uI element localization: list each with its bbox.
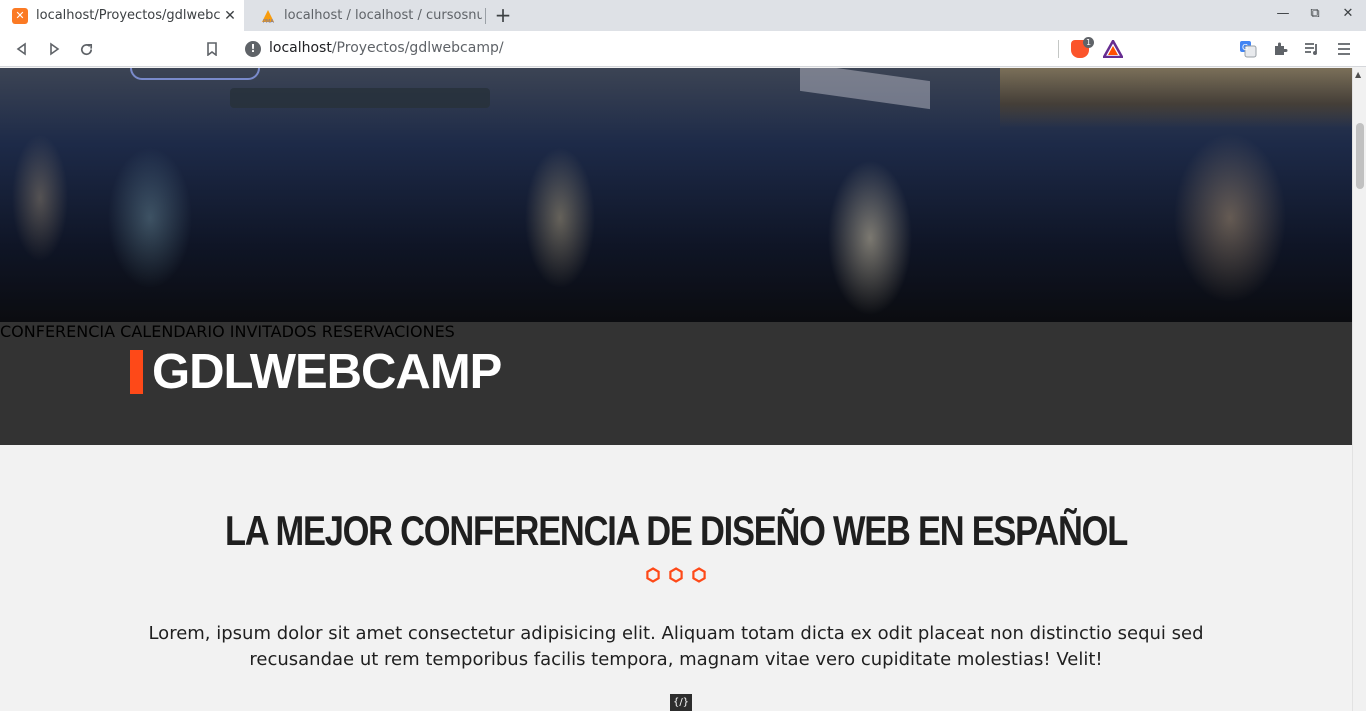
- scroll-thumb[interactable]: [1356, 123, 1364, 189]
- menu-button[interactable]: [1332, 37, 1356, 61]
- nav-calendario[interactable]: CALENDARIO: [120, 322, 225, 341]
- nav-reservaciones[interactable]: RESERVACIONES: [322, 322, 455, 341]
- intro-paragraph: Lorem, ipsum dolor sit amet consectetur …: [148, 623, 1204, 670]
- forward-icon: [50, 42, 60, 56]
- bookmark-button[interactable]: [200, 37, 224, 61]
- bookmark-icon: [207, 42, 217, 56]
- xampp-icon: ✕: [12, 7, 28, 24]
- media-button[interactable]: [1300, 37, 1324, 61]
- hero-boats: [230, 88, 490, 108]
- tab-separator: [485, 8, 486, 24]
- url-path: /Proyectos/gdlwebcamp/: [331, 40, 504, 56]
- hero-ring: [130, 68, 260, 80]
- puzzle-icon: [1275, 42, 1288, 55]
- address-bar[interactable]: ! localhost/Proyectos/gdlwebcamp/ 1: [235, 34, 1130, 64]
- tab-gdlwebcamp[interactable]: ✕ localhost/Proyectos/gdlwebc ✕: [0, 0, 244, 31]
- back-button[interactable]: [10, 37, 34, 61]
- logo-accent-bar: [130, 350, 143, 394]
- hamburger-icon: [1338, 43, 1350, 55]
- forward-button[interactable]: [42, 37, 66, 61]
- page-headline: LA MEJOR CONFERENCIA DE DISEÑO WEB EN ES…: [224, 507, 1128, 554]
- hexagon-icon: [669, 567, 683, 583]
- hexagon-divider: [645, 567, 707, 583]
- phpmyadmin-icon: PMA: [260, 8, 276, 24]
- svg-text:G: G: [1242, 43, 1248, 52]
- reload-button[interactable]: [74, 37, 98, 61]
- svg-text:PMA: PMA: [263, 19, 274, 24]
- nav-invitados[interactable]: INVITADOS: [230, 322, 317, 341]
- tab-phpmyadmin[interactable]: PMA localhost / localhost / cursosnu: [248, 0, 482, 31]
- address-divider: [1058, 40, 1059, 58]
- new-tab-button[interactable]: +: [492, 4, 514, 26]
- hexagon-icon: [646, 567, 660, 583]
- hero-shore: [1000, 68, 1352, 128]
- tab-title: localhost/Proyectos/gdlwebc: [36, 8, 220, 23]
- hero-ship: [800, 68, 930, 110]
- translate-icon: G: [1240, 41, 1257, 58]
- close-tab-icon[interactable]: ✕: [220, 8, 240, 24]
- shields-badge: 1: [1083, 37, 1094, 48]
- translate-button[interactable]: G: [1236, 37, 1260, 61]
- main-nav: CONFERENCIA CALENDARIO INVITADOS RESERVA…: [0, 322, 1352, 341]
- site-header: GDLWEBCAMP CONFERENCIA CALENDARIO INVITA…: [0, 322, 1352, 445]
- brave-rewards-icon[interactable]: [1103, 40, 1123, 58]
- restore-button[interactable]: ⧉: [1304, 6, 1326, 26]
- browser-toolbar: ! localhost/Proyectos/gdlwebcamp/ 1 G: [0, 31, 1366, 67]
- code-icon: {/}: [670, 694, 692, 711]
- logo-text: GDLWEBCAMP: [152, 345, 502, 399]
- back-icon: [16, 42, 26, 56]
- tab-title: localhost / localhost / cursosnu: [284, 8, 482, 23]
- url-host: localhost: [269, 40, 332, 56]
- close-window-button[interactable]: ✕: [1337, 6, 1359, 26]
- extensions-button[interactable]: [1268, 37, 1292, 61]
- tab-strip: ✕ localhost/Proyectos/gdlwebc ✕ PMA loca…: [0, 0, 1366, 31]
- url-text[interactable]: localhost/Proyectos/gdlwebcamp/: [269, 40, 504, 56]
- minimize-button[interactable]: —: [1272, 6, 1294, 26]
- main-content: LA MEJOR CONFERENCIA DE DISEÑO WEB EN ES…: [0, 445, 1352, 711]
- reload-icon: [80, 43, 92, 55]
- scroll-up-icon[interactable]: ▲: [1355, 70, 1361, 79]
- page-scrollbar[interactable]: ▲: [1352, 68, 1366, 711]
- hero-image: [0, 68, 1352, 322]
- nav-conferencia[interactable]: CONFERENCIA: [0, 322, 115, 341]
- hexagon-icon: [692, 567, 706, 583]
- site-logo[interactable]: GDLWEBCAMP: [130, 344, 502, 400]
- playlist-icon: [1305, 43, 1317, 55]
- site-info-icon[interactable]: !: [245, 41, 261, 57]
